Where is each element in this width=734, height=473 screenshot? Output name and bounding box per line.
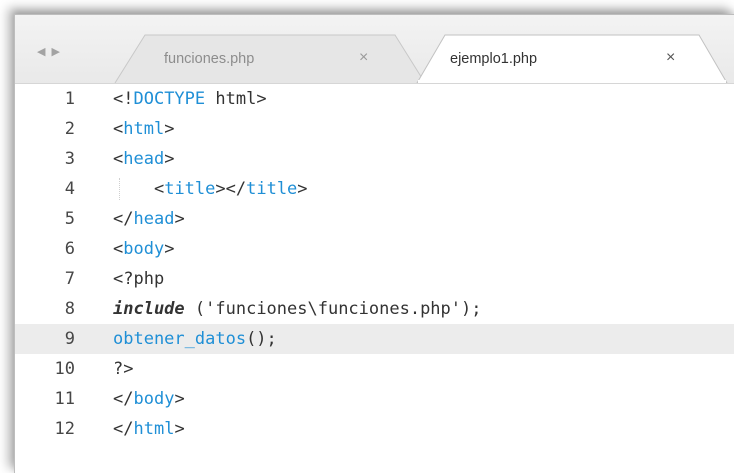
code-line[interactable]: 8 include ('funciones\funciones.php'); bbox=[15, 294, 734, 324]
code-line[interactable]: 11 </body> bbox=[15, 384, 734, 414]
code-token: ); bbox=[461, 299, 482, 319]
code-token: html bbox=[123, 119, 165, 139]
line-number: 6 bbox=[64, 239, 75, 259]
code-line[interactable]: 7 <?php bbox=[15, 264, 734, 294]
code-text: <head> bbox=[113, 144, 174, 174]
code-token: php bbox=[133, 269, 165, 289]
code-text: <title></title> bbox=[113, 174, 308, 204]
line-number: 10 bbox=[54, 359, 75, 379]
code-token: > bbox=[256, 89, 267, 109]
tab-bar: ◀ ▶ funciones.php × ejemplo1.php × bbox=[15, 15, 734, 84]
line-number: 5 bbox=[64, 209, 75, 229]
line-number: 11 bbox=[54, 389, 75, 409]
close-icon[interactable]: × bbox=[666, 49, 675, 67]
code-token: ( bbox=[184, 299, 206, 319]
code-token: body bbox=[123, 239, 165, 259]
line-number: 3 bbox=[64, 149, 75, 169]
code-token: > bbox=[297, 179, 308, 199]
line-number: 1 bbox=[64, 89, 75, 109]
code-token: ></ bbox=[215, 179, 247, 199]
code-editor[interactable]: 1 <!DOCTYPE html> 2 <html> 3 <head> 4 <title><… bbox=[15, 83, 734, 473]
code-text: ?> bbox=[113, 354, 133, 384]
code-token: > bbox=[164, 149, 175, 169]
code-token: include bbox=[113, 299, 185, 319]
line-number: 12 bbox=[54, 419, 75, 439]
code-text: </body> bbox=[113, 384, 185, 414]
editor-window: ◀ ▶ funciones.php × ejemplo1.php × 1 <!DO… bbox=[14, 14, 734, 473]
code-line[interactable]: 2 <html> bbox=[15, 114, 734, 144]
code-token: < bbox=[113, 119, 124, 139]
code-line[interactable]: 5 </head> bbox=[15, 204, 734, 234]
code-token: > bbox=[174, 419, 185, 439]
code-token: < bbox=[113, 149, 124, 169]
code-line[interactable]: 4 <title></title> bbox=[15, 174, 734, 204]
line-number: 2 bbox=[64, 119, 75, 139]
tab-title: ejemplo1.php bbox=[450, 51, 538, 67]
code-token: title bbox=[164, 179, 216, 199]
code-text: </html> bbox=[113, 414, 185, 444]
code-line[interactable]: 10 ?> bbox=[15, 354, 734, 384]
code-token: > bbox=[164, 119, 175, 139]
code-text: include ('funciones\funciones.php'); bbox=[113, 294, 482, 324]
code-text: obtener_datos(); bbox=[113, 324, 277, 354]
tab-shape bbox=[114, 34, 426, 84]
line-number: 9 bbox=[64, 329, 75, 349]
code-token: < bbox=[153, 179, 165, 199]
code-token: > bbox=[174, 389, 185, 409]
tab-funciones-php[interactable]: funciones.php × bbox=[114, 34, 426, 84]
code-token: 'funciones\funciones.php' bbox=[205, 299, 462, 319]
code-token: < bbox=[113, 239, 124, 259]
code-token: (); bbox=[246, 329, 277, 349]
line-number: 8 bbox=[64, 299, 75, 319]
code-token: body bbox=[133, 389, 175, 409]
code-text: <!DOCTYPE html> bbox=[113, 84, 267, 114]
code-token: > bbox=[174, 209, 185, 229]
code-line[interactable]: 12 </html> bbox=[15, 414, 734, 444]
code-token: <? bbox=[113, 269, 134, 289]
close-icon[interactable]: × bbox=[359, 49, 368, 67]
code-token: </ bbox=[113, 419, 134, 439]
code-token: head bbox=[123, 149, 165, 169]
code-line[interactable]: 3 <head> bbox=[15, 144, 734, 174]
code-line[interactable]: 1 <!DOCTYPE html> bbox=[15, 84, 734, 114]
code-text: <body> bbox=[113, 234, 174, 264]
line-number: 4 bbox=[64, 179, 75, 199]
code-token: html bbox=[133, 419, 175, 439]
code-token: <! bbox=[113, 89, 134, 109]
tab-title: funciones.php bbox=[164, 51, 255, 67]
code-token: </ bbox=[113, 209, 134, 229]
code-token: obtener_datos bbox=[113, 329, 247, 349]
code-token: head bbox=[133, 209, 175, 229]
code-text: <?php bbox=[113, 264, 164, 294]
code-text: </head> bbox=[113, 204, 185, 234]
line-number: 7 bbox=[64, 269, 75, 289]
tab-forward-icon[interactable]: ▶ bbox=[51, 45, 59, 58]
tab-back-icon[interactable]: ◀ bbox=[37, 45, 45, 58]
tab-navigation: ◀ ▶ bbox=[37, 45, 60, 58]
code-line[interactable]: 9 obtener_datos(); bbox=[15, 324, 734, 354]
code-token: html bbox=[205, 89, 257, 109]
screenshot-stage: ◀ ▶ funciones.php × ejemplo1.php × 1 <!DO… bbox=[0, 0, 734, 473]
code-text: <html> bbox=[113, 114, 174, 144]
code-token: title bbox=[246, 179, 298, 199]
code-token: DOCTYPE bbox=[133, 89, 206, 109]
code-line[interactable]: 6 <body> bbox=[15, 234, 734, 264]
code-token: </ bbox=[113, 389, 134, 409]
code-token: > bbox=[164, 239, 175, 259]
tab-ejemplo1-php[interactable]: ejemplo1.php × bbox=[416, 34, 728, 84]
code-token: ?> bbox=[113, 359, 134, 379]
